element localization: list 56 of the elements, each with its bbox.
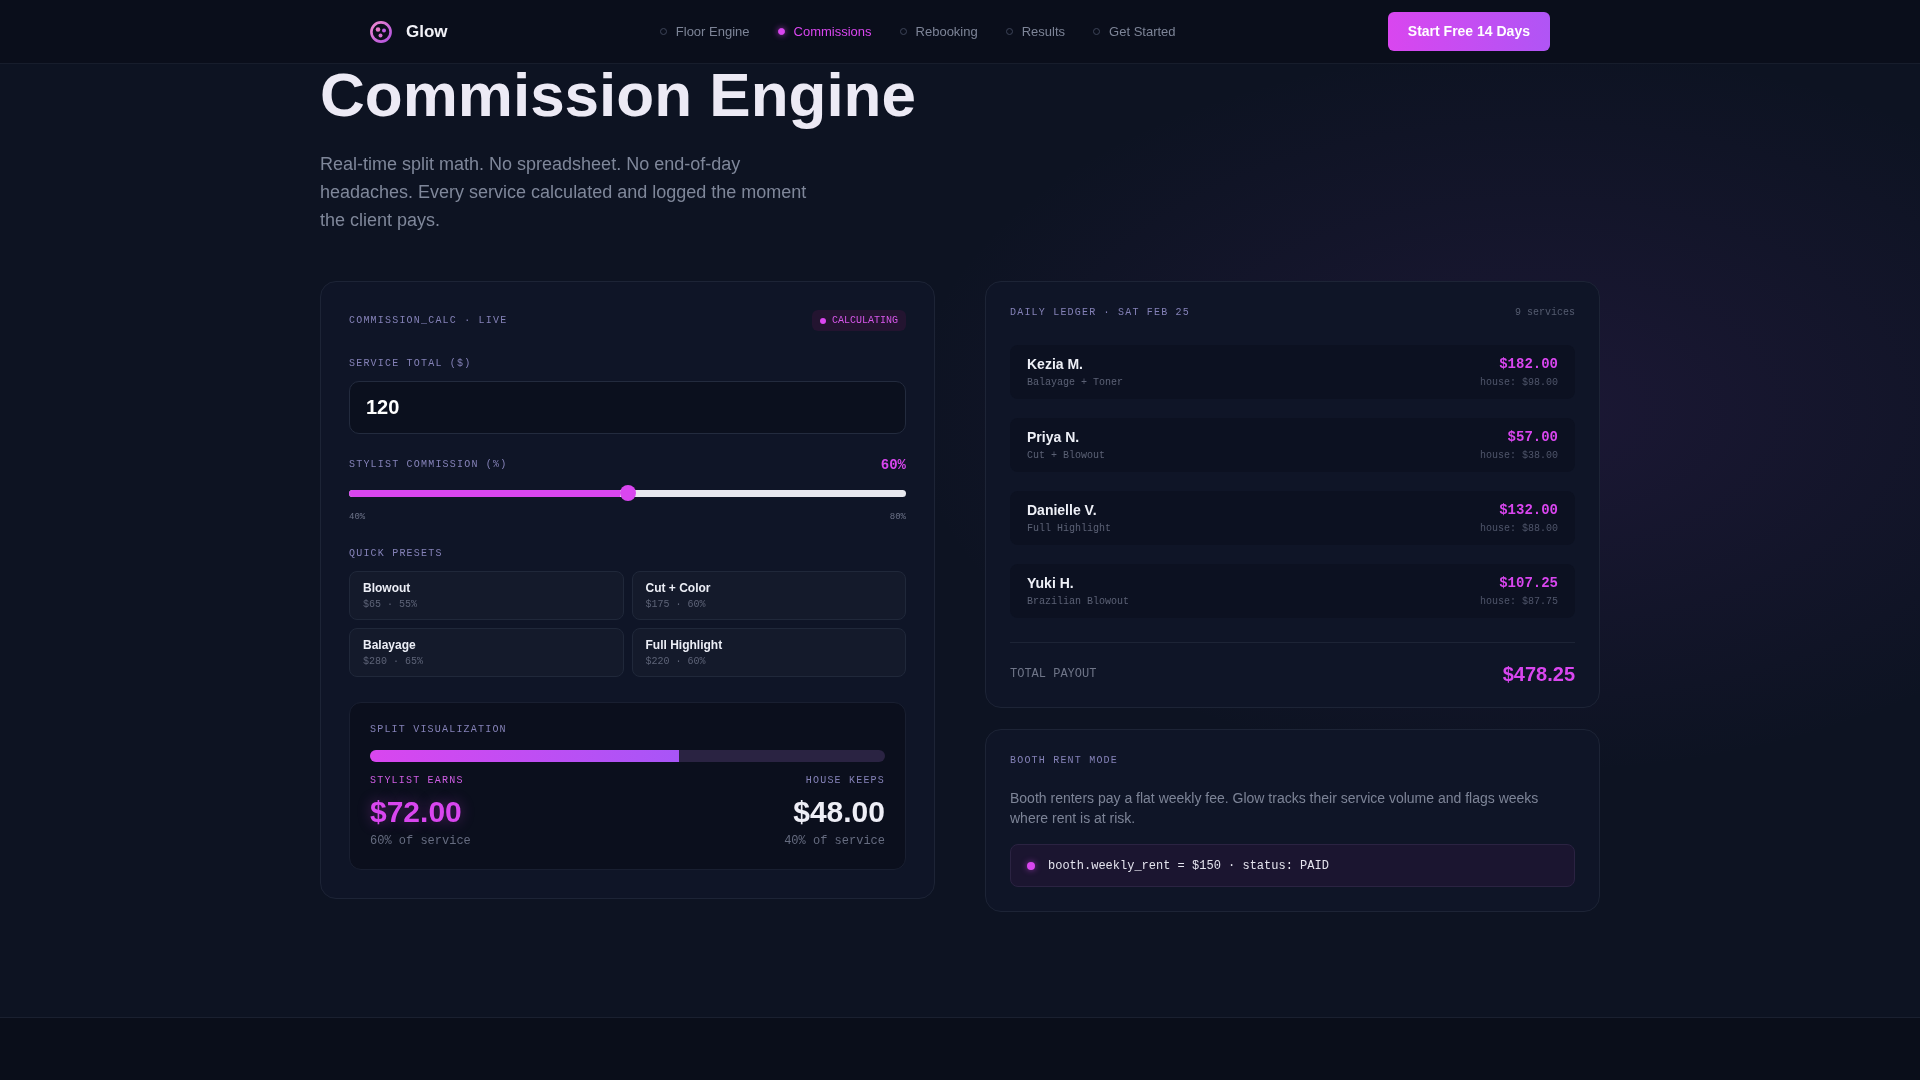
section-label: SPLIT VISUALIZATION <box>370 723 508 737</box>
payout-amount: $107.25 <box>1499 574 1558 592</box>
stylist-name: Yuki H. <box>1027 574 1074 592</box>
field-label: STYLIST COMMISSION (%) <box>349 458 508 472</box>
slider-thumb[interactable] <box>619 485 636 501</box>
house-amount: house: $87.75 <box>1480 595 1558 608</box>
stylist-name: Kezia M. <box>1027 355 1083 373</box>
status-text: CALCULATING <box>832 314 898 327</box>
payout-amount: $57.00 <box>1507 428 1558 446</box>
status-dot-icon <box>820 317 826 324</box>
total-amount: $478.25 <box>1502 662 1575 687</box>
payout-amount: $182.00 <box>1499 355 1558 373</box>
scale-label: 40% <box>349 511 366 523</box>
preset-button[interactable]: Full Highlight $220 · 60% <box>631 628 906 677</box>
total-label: TOTAL PAYOUT <box>1010 666 1097 682</box>
stylist-name: Danielle V. <box>1027 501 1097 519</box>
card-title: COMMISSION_CALC · LIVE <box>349 313 508 328</box>
code-line: booth.weekly_rent = $150 · status: PAID <box>1048 857 1329 874</box>
amount-value: $48.00 <box>792 795 885 829</box>
status-dot-icon <box>1027 861 1035 870</box>
service-name: Full Highlight <box>1027 522 1111 535</box>
amount-label: HOUSE KEEPS <box>804 774 885 788</box>
service-name: Balayage + Toner <box>1027 376 1123 389</box>
service-name: Cut + Blowout <box>1027 449 1105 462</box>
service-name: Brazilian Blowout <box>1027 595 1130 608</box>
preset-button[interactable]: Blowout $65 · 55% <box>349 571 624 620</box>
preset-button[interactable]: Balayage $280 · 65% <box>349 628 624 677</box>
amount-value: $72.00 <box>370 795 463 829</box>
nav-link[interactable]: Get Started <box>1093 22 1176 41</box>
nav-link[interactable]: Results <box>1005 22 1066 41</box>
nav-link[interactable]: Floor Engine <box>659 22 750 41</box>
cta-button[interactable]: Start Free 14 Days <box>1387 12 1550 51</box>
house-amount: house: $38.00 <box>1480 449 1558 462</box>
dotted-ring-icon <box>370 20 392 43</box>
share-text: 60% of service <box>370 833 471 849</box>
field-label: SERVICE TOTAL ($) <box>349 357 473 371</box>
booth-description: Booth renters pay a flat weekly fee. Glow tracks their service volume and flags weeks where rent is at risk. <box>1010 789 1540 828</box>
house-amount: house: $98.00 <box>1480 376 1558 389</box>
share-text: 40% of service <box>784 833 885 849</box>
card-title: DAILY LEDGER · SAT FEB 25 <box>1010 306 1191 320</box>
nav-link[interactable]: Commissions <box>777 22 872 41</box>
hero-description: Real-time split math. No spreadsheet. No end-of-day headaches. Every service calculated and logged the moment the client pays. <box>320 153 808 232</box>
brand-name: Glow <box>406 20 448 43</box>
scale-label: 80% <box>889 511 906 523</box>
amount-label: STYLIST EARNS <box>370 774 465 788</box>
house-amount: house: $88.00 <box>1480 522 1558 535</box>
dot-icon <box>777 28 785 35</box>
payout-amount: $132.00 <box>1499 501 1558 519</box>
service-total-input[interactable]: 120 <box>349 381 906 434</box>
preset-button[interactable]: Cut + Color $175 · 60% <box>631 571 906 620</box>
nav-link[interactable]: Rebooking <box>899 22 978 41</box>
section-label: QUICK PRESETS <box>349 547 444 561</box>
service-count: 9 services <box>1515 306 1575 320</box>
card-title: BOOTH RENT MODE <box>1010 754 1119 768</box>
commission-value: 60% <box>880 456 906 475</box>
stylist-name: Priya N. <box>1027 428 1080 446</box>
